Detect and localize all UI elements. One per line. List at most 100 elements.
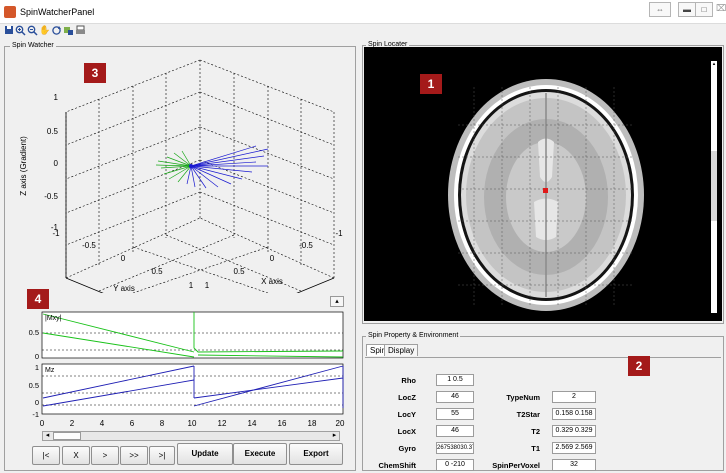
- time-x-tick: 0: [40, 419, 45, 428]
- mz-y-tick: -1: [32, 410, 39, 419]
- last-frame-button[interactable]: >|: [149, 446, 175, 465]
- z-tick-label: 0: [54, 159, 59, 168]
- mz-y-tick: 1: [35, 363, 39, 372]
- locater-scrollbar[interactable]: ▴: [711, 61, 717, 313]
- x-tick-label: 0.5: [233, 267, 245, 276]
- matlab-app-icon: [4, 6, 16, 18]
- locy-field[interactable]: 55: [436, 408, 474, 420]
- x-tick-label: -1: [335, 229, 343, 238]
- y-axis-label: Y axis: [113, 284, 135, 293]
- tab-display[interactable]: Display: [384, 344, 419, 356]
- locx-label: LocX: [397, 427, 416, 436]
- pan-icon[interactable]: ✋: [39, 25, 50, 36]
- rho-label: Rho: [401, 376, 416, 385]
- mz-y-tick: 0: [35, 398, 39, 407]
- time-x-tick: 6: [130, 419, 135, 428]
- chemshift-label: ChemShift: [378, 461, 417, 470]
- locy-label: LocY: [397, 410, 416, 419]
- scroll-thumb[interactable]: [711, 151, 717, 221]
- mxy-label: |Mxy|: [45, 315, 62, 322]
- y-tick-label: 0.5: [151, 267, 163, 276]
- time-x-tick: 2: [70, 419, 75, 428]
- spin-3d-plot[interactable]: 1 0.5 0 -0.5 -1 Z axis (Gradient) -1 -0.…: [6, 48, 356, 293]
- time-slider[interactable]: ◂ ▸: [42, 431, 340, 441]
- chemshift-field[interactable]: 0 -210: [436, 459, 474, 471]
- first-frame-button[interactable]: |<: [32, 446, 60, 465]
- typenum-label: TypeNum: [506, 393, 540, 402]
- y-tick-label: -0.5: [82, 241, 96, 250]
- locz-field[interactable]: 46: [436, 391, 474, 403]
- gyro-field[interactable]: 267538030.379: [436, 442, 474, 454]
- zoom-in-icon[interactable]: [15, 25, 26, 36]
- t1-label: T1: [531, 444, 540, 453]
- time-x-tick: 16: [278, 419, 287, 428]
- data-cursor-icon[interactable]: [63, 25, 74, 36]
- t2-label: T2: [531, 427, 540, 436]
- tab-content: [365, 357, 721, 469]
- z-tick-label: 1: [54, 93, 59, 102]
- callout-badge-1: 1: [420, 74, 442, 94]
- spin-property-title: Spin Property & Environment: [366, 332, 461, 339]
- callout-badge-2: 2: [628, 356, 650, 376]
- t2-field[interactable]: 0.329 0.329: [552, 425, 596, 437]
- slider-right-arrow[interactable]: ▸: [330, 432, 339, 440]
- brain-image-viewer[interactable]: ▴: [364, 47, 722, 321]
- mz-label: Mz: [45, 367, 55, 374]
- callout-badge-4: 4: [27, 289, 49, 309]
- t1-field[interactable]: 2.569 2.569: [552, 442, 596, 454]
- gyro-label: Gyro: [398, 444, 416, 453]
- time-x-tick: 14: [248, 419, 257, 428]
- x-tick-label: 1: [205, 281, 210, 290]
- x-tick-label: -0.5: [299, 241, 313, 250]
- restore-icon[interactable]: ⇔: [649, 2, 671, 17]
- time-x-tick: 8: [160, 419, 165, 428]
- title-bar: SpinWatcherPanel ⇔ ▬ □ ⌧: [0, 0, 726, 24]
- zoom-out-icon[interactable]: [27, 25, 38, 36]
- brain-slice-image[interactable]: [364, 47, 722, 321]
- z-tick-label: -0.5: [44, 192, 58, 201]
- figure-toolbar: ✋: [0, 24, 726, 38]
- mxy-y-tick: 0: [35, 352, 39, 361]
- z-tick-label: 0.5: [47, 127, 59, 136]
- maximize-button[interactable]: □: [695, 2, 713, 17]
- close-icon[interactable]: ⌧: [716, 3, 726, 14]
- time-x-tick: 20: [336, 419, 345, 428]
- x-tick-label: 0: [270, 254, 275, 263]
- print-icon[interactable]: [75, 25, 86, 36]
- time-x-tick: 4: [100, 419, 105, 428]
- mxy-y-tick: 0.5: [29, 328, 39, 337]
- mz-y-tick: 0.5: [29, 381, 39, 390]
- scroll-up-arrow[interactable]: ▴: [711, 61, 717, 67]
- spinpervoxel-label: SpinPerVoxel: [492, 461, 540, 470]
- slider-left-arrow[interactable]: ◂: [43, 432, 52, 440]
- step-forward-button[interactable]: >: [91, 446, 119, 465]
- spinpervoxel-field[interactable]: 32: [552, 459, 596, 471]
- fast-forward-button[interactable]: >>: [120, 446, 148, 465]
- time-x-tick: 12: [218, 419, 227, 428]
- magnetization-plots: |Mxy| 0.5 0 Mz 1 0.5 0 -1 0 2 4 6 8 10 1…: [29, 311, 345, 428]
- rotate-icon[interactable]: [51, 25, 62, 36]
- minimize-button[interactable]: ▬: [678, 2, 696, 17]
- save-icon[interactable]: [3, 25, 14, 36]
- time-x-tick: 10: [188, 419, 197, 428]
- window-title: SpinWatcherPanel: [20, 7, 95, 17]
- locx-field[interactable]: 46: [436, 425, 474, 437]
- y-tick-label: -1: [52, 229, 60, 238]
- t2star-field[interactable]: 0.158 0.158: [552, 408, 596, 420]
- typenum-field[interactable]: 2: [552, 391, 596, 403]
- execute-button[interactable]: Execute: [233, 443, 287, 465]
- export-button[interactable]: Export: [289, 443, 343, 465]
- slider-thumb[interactable]: [53, 432, 81, 440]
- time-x-tick: 18: [308, 419, 317, 428]
- z-axis-label: Z axis (Gradient): [19, 136, 28, 196]
- update-button[interactable]: Update: [177, 443, 233, 465]
- stop-button[interactable]: X: [62, 446, 90, 465]
- t2star-label: T2Star: [516, 410, 540, 419]
- x-axis-label: X axis: [261, 277, 283, 286]
- locz-label: LocZ: [398, 393, 416, 402]
- collapse-button[interactable]: ▴: [330, 296, 344, 307]
- y-tick-label: 0: [121, 254, 126, 263]
- rho-field[interactable]: 1 0.5: [436, 374, 474, 386]
- selected-spin-marker: [543, 188, 548, 193]
- y-tick-label: 1: [189, 281, 194, 290]
